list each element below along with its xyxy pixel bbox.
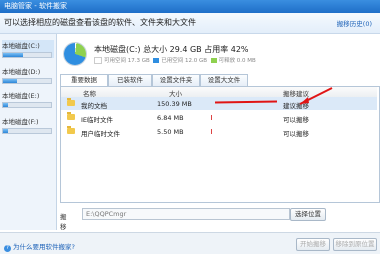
row-advice: 可以搬移 <box>283 130 309 138</box>
help-link-text: 为什么要用软件搬家? <box>13 243 75 251</box>
legend-used: 已用空间 12.0 GB <box>161 58 208 64</box>
tab-large-files[interactable]: 设置大文件 <box>200 74 248 86</box>
tab-folders[interactable]: 设置文件夹 <box>152 74 200 86</box>
legend-free: 可用空间 17.3 GB <box>104 58 150 64</box>
row-size: 6.84 MB <box>157 114 184 122</box>
drive-usage-bar <box>2 78 52 84</box>
free-swatch <box>94 57 102 64</box>
drive-label: 本地磁盘(E:) <box>2 92 40 100</box>
header-bar: 可以选择相应的磁盘查看该盘的软件、文件夹和大文件 搬移历史(0) <box>0 13 380 34</box>
folder-icon <box>67 112 75 120</box>
sidebar-item-drive-d[interactable]: 本地磁盘(D:) <box>2 66 54 84</box>
drive-usage-fill <box>3 53 24 57</box>
drive-usage-bar <box>2 102 52 108</box>
red-arrow-annotation <box>299 87 333 105</box>
footer-bar: ? 为什么要用软件搬家? 开始搬移 移除到原位置 <box>0 232 380 254</box>
row-name: 用户临时文件 <box>81 130 120 138</box>
folder-icon <box>67 126 75 134</box>
row-size: 5.50 MB <box>157 128 184 136</box>
window-title: 电脑管家 - 软件搬家 <box>4 2 67 10</box>
move-to-path-input[interactable] <box>82 208 290 220</box>
disk-usage-pie-chart <box>64 43 86 65</box>
drive-label: 本地磁盘(F:) <box>2 118 39 126</box>
row-name: IE临时文件 <box>81 116 114 124</box>
row-name: 我的文档 <box>81 102 107 110</box>
drive-usage-fill <box>3 129 8 133</box>
row-advice: 可以搬移 <box>283 116 309 124</box>
tab-installed-software[interactable]: 已装软件 <box>108 74 152 86</box>
sidebar-item-drive-e[interactable]: 本地磁盘(E:) <box>2 90 54 108</box>
disk-legend: 可用空间 17.3 GB 已用空间 12.0 GB 可释放 0.0 MB <box>94 56 256 64</box>
instruction-text: 可以选择相应的磁盘查看该盘的软件、文件夹和大文件 <box>4 18 196 27</box>
size-indicator-bar <box>211 115 212 120</box>
history-link[interactable]: 搬移历史(0) <box>337 18 372 28</box>
title-bar: 电脑管家 - 软件搬家 <box>0 0 380 13</box>
drive-summary: 本地磁盘(C:) 总大小 29.4 GB 占用率 42% <box>94 45 249 54</box>
folder-icon <box>67 98 75 106</box>
releasable-swatch <box>210 58 217 63</box>
drive-label: 本地磁盘(D:) <box>2 68 41 76</box>
drive-usage-fill <box>3 79 18 83</box>
restore-button[interactable]: 移除到原位置 <box>333 238 377 251</box>
help-link[interactable]: ? 为什么要用软件搬家? <box>4 241 75 252</box>
size-indicator-bar <box>211 129 212 134</box>
sidebar-item-drive-f[interactable]: 本地磁盘(F:) <box>2 116 54 134</box>
drive-usage-bar <box>2 128 52 134</box>
drive-usage-fill <box>3 103 8 107</box>
used-swatch <box>153 58 160 63</box>
drive-usage-bar <box>2 52 52 58</box>
row-size: 150.39 MB <box>157 100 192 108</box>
drive-sidebar: 本地磁盘(C:) 本地磁盘(D:) 本地磁盘(E:) 本地磁盘(F:) <box>0 34 57 230</box>
sidebar-item-drive-c[interactable]: 本地磁盘(C:) <box>2 40 54 58</box>
drive-label: 本地磁盘(C:) <box>2 42 40 50</box>
table-row[interactable]: IE临时文件 6.84 MB 可以搬移 <box>61 111 377 124</box>
legend-releasable: 可释放 0.0 MB <box>218 58 256 64</box>
start-move-button[interactable]: 开始搬移 <box>296 238 330 251</box>
table-row[interactable]: 用户临时文件 5.50 MB 可以搬移 <box>61 125 377 138</box>
help-icon: ? <box>4 245 11 252</box>
choose-location-button[interactable]: 选择位置 <box>290 208 326 221</box>
